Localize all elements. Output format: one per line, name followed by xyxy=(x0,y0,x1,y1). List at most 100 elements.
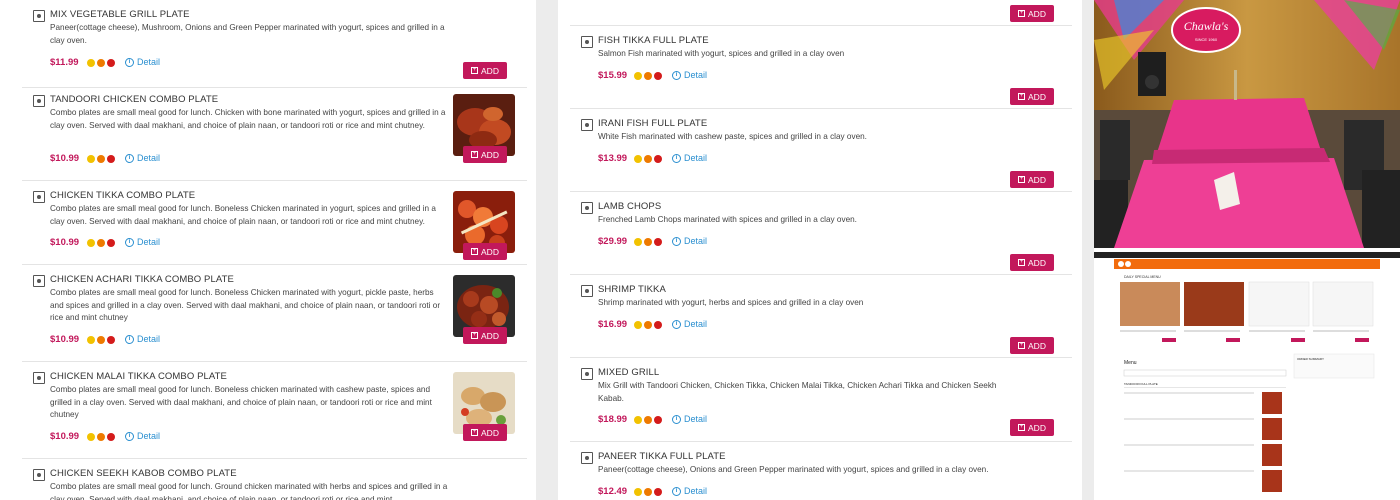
sign-subtext: SINCE 1960 xyxy=(1195,37,1218,42)
item-description: Paneer(cottage cheese), Onions and Green… xyxy=(598,465,989,474)
add-button[interactable]: + ADD xyxy=(1010,337,1054,354)
item-name: CHICKEN MALAI TIKKA COMBO PLATE xyxy=(50,371,227,382)
item-name: CHICKEN ACHARI TIKKA COMBO PLATE xyxy=(50,274,234,285)
detail-link[interactable]: i Detail xyxy=(672,319,707,329)
spice-level xyxy=(87,336,115,344)
veg-indicator-icon xyxy=(581,119,593,131)
add-button[interactable]: + ADD xyxy=(463,62,507,79)
sign-text: Chawla's xyxy=(1184,19,1229,33)
item-name: IRANI FISH FULL PLATE xyxy=(598,118,708,129)
detail-link[interactable]: i Detail xyxy=(125,431,160,441)
spice-level xyxy=(634,416,662,424)
website-preview: DAILY SPECIAL MENU Menu TANDOORI FULL PL… xyxy=(1094,252,1400,500)
item-price: $18.99 xyxy=(598,414,628,425)
detail-link[interactable]: i Detail xyxy=(125,334,160,344)
plus-icon: + xyxy=(1018,342,1026,349)
menu-item: LAMB CHOPS Frenched Lamb Chops marinated… xyxy=(570,192,1072,275)
detail-link[interactable]: i Detail xyxy=(125,57,160,67)
menu-item: FISH TIKKA FULL PLATE Salmon Fish marina… xyxy=(570,26,1072,109)
item-price: $29.99 xyxy=(598,236,628,247)
info-icon: i xyxy=(125,57,134,67)
item-name: PANEER TIKKA FULL PLATE xyxy=(598,451,726,462)
spice-level xyxy=(87,59,115,67)
info-icon: i xyxy=(672,486,681,496)
detail-link[interactable]: i Detail xyxy=(672,70,707,80)
item-description: Frenched Lamb Chops marinated with spice… xyxy=(598,215,857,224)
svg-text:TANDOORI FULL PLATE: TANDOORI FULL PLATE xyxy=(1124,382,1158,386)
add-button[interactable]: + ADD xyxy=(1010,171,1054,188)
info-icon: i xyxy=(125,237,134,247)
menu-item: TANDOORI CHICKEN COMBO PLATE Combo plate… xyxy=(22,88,527,181)
detail-link[interactable]: i Detail xyxy=(672,414,707,424)
add-button[interactable]: + ADD xyxy=(463,327,507,344)
info-icon: i xyxy=(125,153,134,163)
veg-indicator-icon xyxy=(33,191,45,203)
item-description: Paneer(cottage cheese), Mushroom, Onions… xyxy=(50,23,445,45)
gallery-column: Chawla's SINCE 1960 DAILY SPECIAL MENU M… xyxy=(1094,0,1400,500)
add-button[interactable]: + ADD xyxy=(463,424,507,441)
veg-indicator-icon xyxy=(33,372,45,384)
detail-link[interactable]: i Detail xyxy=(672,236,707,246)
item-description: Combo plates are small meal good for lun… xyxy=(50,108,446,130)
item-price: $16.99 xyxy=(598,319,628,330)
spice-level xyxy=(634,155,662,163)
detail-link[interactable]: i Detail xyxy=(125,153,160,163)
menu-item: SHRIMP TIKKA Shrimp marinated with yogur… xyxy=(570,275,1072,358)
info-icon: i xyxy=(125,431,134,441)
plus-icon: + xyxy=(471,248,479,255)
item-description: Combo plates are small meal good for lun… xyxy=(50,204,436,226)
add-button[interactable]: + ADD xyxy=(1010,419,1054,436)
item-name: CHICKEN SEEKH KABOB COMBO PLATE xyxy=(50,468,237,479)
item-price: $10.99 xyxy=(50,237,80,248)
info-icon: i xyxy=(125,334,134,344)
item-price: $10.99 xyxy=(50,153,80,164)
website-preview-image: DAILY SPECIAL MENU Menu TANDOORI FULL PL… xyxy=(1094,252,1400,500)
plus-icon: + xyxy=(471,67,479,74)
item-description: Shrimp marinated with yogurt, herbs and … xyxy=(598,298,864,307)
detail-link[interactable]: i Detail xyxy=(672,486,707,496)
menu-item: CHICKEN ACHARI TIKKA COMBO PLATE Combo p… xyxy=(22,265,527,362)
item-name: SHRIMP TIKKA xyxy=(598,284,666,295)
veg-indicator-icon xyxy=(33,275,45,287)
add-button[interactable]: + ADD xyxy=(463,146,507,163)
item-description: Salmon Fish marinated with yogurt, spice… xyxy=(598,49,845,58)
info-icon: i xyxy=(672,414,681,424)
add-button[interactable]: + ADD xyxy=(1010,5,1054,22)
item-price: $13.99 xyxy=(598,153,628,164)
item-description: Combo plates are small meal good for lun… xyxy=(50,482,448,500)
item-name: MIX VEGETABLE GRILL PLATE xyxy=(50,9,190,20)
veg-indicator-icon xyxy=(581,36,593,48)
info-icon: i xyxy=(672,319,681,329)
detail-link[interactable]: i Detail xyxy=(672,153,707,163)
menu-column-left: MIX VEGETABLE GRILL PLATE Paneer(cottage… xyxy=(0,0,536,500)
item-name: MIXED GRILL xyxy=(598,367,660,378)
detail-link[interactable]: i Detail xyxy=(125,237,160,247)
restaurant-photo: Chawla's SINCE 1960 xyxy=(1094,0,1400,248)
svg-text:Menu: Menu xyxy=(1124,360,1137,366)
veg-indicator-icon xyxy=(581,368,593,380)
svg-text:DAILY SPECIAL MENU: DAILY SPECIAL MENU xyxy=(1124,275,1161,279)
item-price: $15.99 xyxy=(598,70,628,81)
menu-item: CHICKEN MALAI TIKKA COMBO PLATE Combo pl… xyxy=(22,362,527,459)
menu-item: PANEER TIKKA FULL PLATE Paneer(cottage c… xyxy=(570,442,1072,500)
veg-indicator-icon xyxy=(33,95,45,107)
veg-indicator-icon xyxy=(581,285,593,297)
menu-item: + ADD xyxy=(570,0,1072,26)
svg-text:ORDER SUMMARY: ORDER SUMMARY xyxy=(1297,357,1324,361)
add-button[interactable]: + ADD xyxy=(1010,254,1054,271)
plus-icon: + xyxy=(1018,424,1026,431)
menu-column-middle: + ADD FISH TIKKA FULL PLATE Salmon Fish m… xyxy=(558,0,1082,500)
veg-indicator-icon xyxy=(33,10,45,22)
item-name: CHICKEN TIKKA COMBO PLATE xyxy=(50,190,196,201)
add-button[interactable]: + ADD xyxy=(1010,88,1054,105)
plus-icon: + xyxy=(1018,93,1026,100)
plus-icon: + xyxy=(471,151,479,158)
add-button[interactable]: + ADD xyxy=(463,243,507,260)
plus-icon: + xyxy=(1018,259,1026,266)
menu-item: MIXED GRILL Mix Grill with Tandoori Chic… xyxy=(570,358,1072,442)
item-price: $11.99 xyxy=(50,57,79,68)
item-name: TANDOORI CHICKEN COMBO PLATE xyxy=(50,94,219,105)
plus-icon: + xyxy=(1018,10,1026,17)
spice-level xyxy=(87,155,115,163)
veg-indicator-icon xyxy=(33,469,45,481)
